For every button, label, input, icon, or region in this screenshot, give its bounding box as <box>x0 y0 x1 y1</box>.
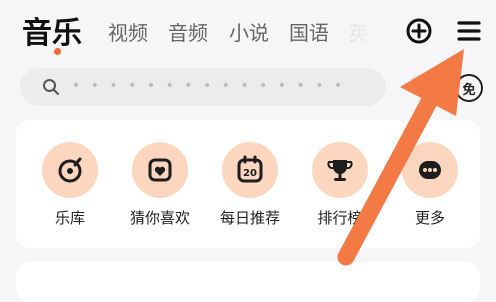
tab-music[interactable]: 音乐 <box>22 8 82 52</box>
hamburger-menu-icon[interactable] <box>454 16 484 46</box>
entry-charts[interactable]: 排行榜 <box>300 142 380 228</box>
tab-novel[interactable]: 小说 <box>229 17 269 46</box>
search-icon <box>42 78 60 96</box>
entry-guess-you-like[interactable]: 猜你喜欢 <box>120 142 200 228</box>
tab-audio[interactable]: 音频 <box>168 17 208 46</box>
calendar-day-number: 20 <box>243 168 257 179</box>
entry-more-label: 更多 <box>414 209 445 227</box>
plus-circle-icon[interactable] <box>404 16 434 46</box>
entry-guess-label: 猜你喜欢 <box>129 209 190 227</box>
next-section-card <box>16 262 480 302</box>
tab-mandarin[interactable]: 国语 <box>289 17 329 46</box>
calendar-20-icon: 20 <box>222 142 278 198</box>
entry-daily-label: 每日推荐 <box>219 209 280 227</box>
free-mode-badge[interactable]: 免 <box>455 74 483 102</box>
mic-icon[interactable] <box>410 74 432 96</box>
entry-library-label: 乐库 <box>54 209 85 227</box>
entry-more[interactable]: 更多 <box>390 142 470 228</box>
search-bar[interactable]: • • • • • • • • • • • • • • • <box>20 68 386 106</box>
record-note-icon <box>42 142 98 198</box>
trophy-icon <box>312 142 368 198</box>
search-placeholder: • • • • • • • • • • • • • • • <box>72 78 346 94</box>
active-tab-indicator <box>54 48 61 55</box>
tab-video[interactable]: 视频 <box>108 17 148 46</box>
more-dots-icon <box>402 142 458 198</box>
entry-daily-recommend[interactable]: 20 每日推荐 <box>210 142 290 228</box>
entry-library[interactable]: 乐库 <box>30 142 110 228</box>
entry-charts-label: 排行榜 <box>317 209 363 227</box>
top-tab-bar: 音乐 视频 音频 小说 国语 英语 <box>0 0 496 60</box>
quick-entry-card: 乐库 猜你喜欢 20 每日推荐 排行榜 更多 <box>16 120 480 248</box>
heart-tag-icon <box>132 142 188 198</box>
tab-fade-overlay <box>330 10 390 50</box>
